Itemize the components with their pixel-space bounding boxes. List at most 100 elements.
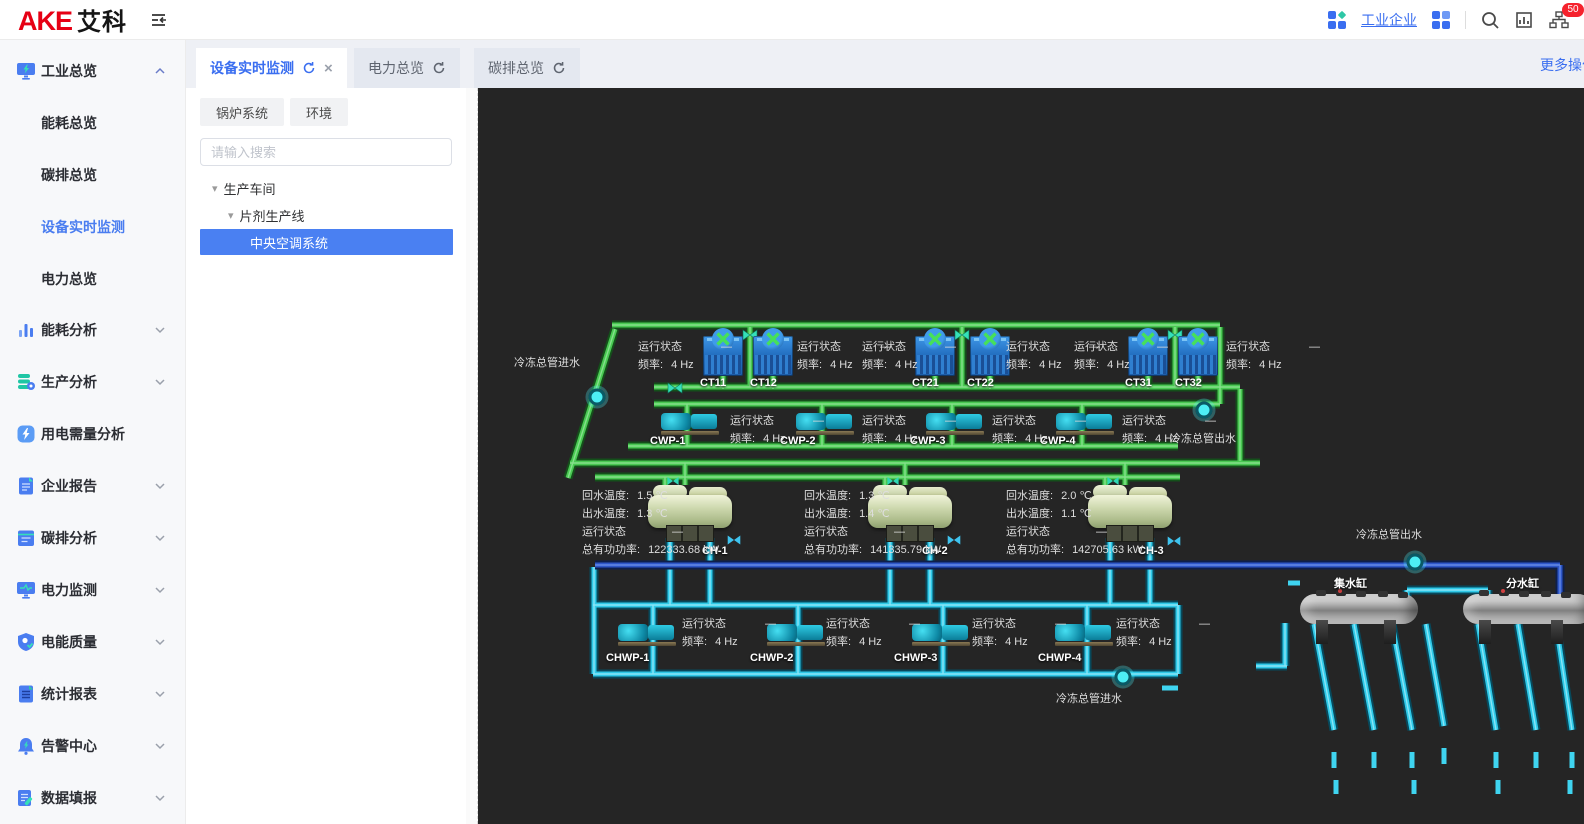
status-block-chwp2: 运行状态 — 频率: 4 Hz — [826, 618, 920, 648]
chevron-down-icon — [154, 740, 166, 752]
workspace-link[interactable]: 工业企业 — [1361, 10, 1417, 30]
sidebar-item-device-monitor[interactable]: 设备实时监测 — [0, 210, 186, 244]
alarm-count-badge: 50 — [1562, 2, 1584, 17]
equipment-caption: CHWP-4 — [1038, 652, 1082, 664]
equipment-caption: CT11 — [700, 377, 727, 389]
equipment-caption: CT22 — [967, 377, 994, 389]
sidebar-item-carbon-analysis[interactable]: 碳排分析 — [0, 521, 186, 555]
chevron-down-icon — [154, 792, 166, 804]
sidebar-item-power-demand-analysis[interactable]: 用电需量分析 — [0, 417, 186, 451]
tab-label: 碳排总览 — [488, 60, 544, 76]
tab-label: 电力总览 — [368, 60, 424, 76]
equipment-caption: CT32 — [1175, 377, 1202, 389]
tab-device-monitor[interactable]: 设备实时监测 × — [196, 48, 347, 88]
sidebar-item-carbon-overview[interactable]: 碳排总览 — [0, 158, 186, 192]
device-tree-panel: 锅炉系统 环境 ▾ 生产车间 ▾ 片剂生产线 中央空调系统 — [186, 88, 466, 824]
calendar-doc-icon — [16, 528, 36, 548]
sidebar-item-alarm-center[interactable]: 告警中心 — [0, 729, 186, 763]
sidebar-item-data-entry[interactable]: 数据填报 — [0, 781, 186, 815]
top-header: AKE 艾科 工业企业 50 — [0, 0, 1584, 40]
doc-pencil-icon — [16, 788, 36, 808]
panel-splitter[interactable] — [466, 88, 478, 824]
equipment-caption: CHWP-2 — [750, 652, 794, 664]
tab-carbon-overview[interactable]: 碳排总览 — [474, 48, 580, 88]
pipe-network — [478, 88, 1584, 794]
collector-tank — [1300, 589, 1418, 644]
refresh-icon[interactable] — [432, 61, 446, 75]
fan-icon — [979, 328, 1001, 350]
refresh-icon[interactable] — [552, 61, 566, 75]
sidebar-item-power-quality[interactable]: 电能质量 — [0, 625, 186, 659]
pipe-label-chilled-main-in: 冷冻总管进水 — [1056, 693, 1122, 705]
caret-down-icon[interactable]: ▾ — [212, 182, 218, 195]
filter-boiler-system-button[interactable]: 锅炉系统 — [200, 98, 285, 126]
pump-cwp-1 — [661, 408, 719, 435]
info-block-ch1: 回水温度: 1.5 ℃ 出水温度: 1.3 ℃ 运行状态 — 总有功功率: 122333… — [582, 490, 719, 556]
equipment-caption: CT12 — [750, 377, 777, 389]
status-block-ct32: 运行状态 — 频率: 4 Hz — [1226, 341, 1320, 371]
sidebar-item-power-monitor[interactable]: 电力监测 — [0, 573, 186, 607]
sidebar-item-energy-analysis[interactable]: 能耗分析 — [0, 313, 186, 347]
sidebar-nav: 工业总览 能耗总览 碳排总览 设备实时监测 电力总览 能耗分析 生产分析 用电需… — [0, 40, 186, 824]
monitor-icon — [16, 580, 36, 600]
header-divider — [1465, 10, 1466, 29]
enterprise-chart-icon[interactable] — [1514, 10, 1534, 30]
report-lines-icon — [16, 684, 36, 704]
pump-chwp-3 — [912, 619, 970, 646]
pipe-label-chilled-main-out: 冷冻总管出水 — [1356, 529, 1422, 541]
sidebar-item-industry-overview[interactable]: 工业总览 — [0, 54, 186, 88]
status-block-ct21: 运行状态 — 频率: 4 Hz — [862, 341, 956, 371]
chevron-down-icon — [154, 584, 166, 596]
bar-chart-icon — [16, 320, 36, 340]
chevron-down-icon — [154, 636, 166, 648]
logo-text-en: AKE — [18, 6, 73, 36]
status-block-ct11: 运行状态 — 频率: 4 Hz — [638, 341, 732, 371]
status-block-chwp1: 运行状态 — 频率: 4 Hz — [682, 618, 776, 648]
monitor-bolt-icon — [16, 61, 36, 81]
filter-environment-button[interactable]: 环境 — [290, 98, 349, 126]
sidebar-item-power-overview[interactable]: 电力总览 — [0, 262, 186, 296]
more-actions-link[interactable]: 更多操作 — [1540, 55, 1584, 75]
info-block-ch3: 回水温度: 2.0 ℃ 出水温度: 1.1 ℃ 运行状态 — 总有功功率: 142705… — [1006, 490, 1143, 556]
chevron-down-icon — [154, 324, 166, 336]
equipment-caption: CT31 — [1125, 377, 1152, 389]
close-icon[interactable]: × — [324, 61, 333, 76]
org-hierarchy-icon[interactable]: 50 — [1548, 2, 1584, 30]
pipe-label-cond-main-in: 冷冻总管进水 — [514, 357, 580, 369]
status-block-chwp4: 运行状态 — 频率: 4 Hz — [1116, 618, 1210, 648]
lightning-icon — [16, 424, 36, 444]
document-icon — [16, 476, 36, 496]
status-block-cwp2: 运行状态 — 频率: 4 Hz — [862, 415, 956, 445]
sidebar-item-enterprise-report[interactable]: 企业报告 — [0, 469, 186, 503]
search-icon[interactable] — [1480, 10, 1500, 30]
status-block-cwp3: 运行状态 — 频率: 4 Hz — [992, 415, 1086, 445]
info-block-ch2: 回水温度: 1.3 ℃ 出水温度: 1.4 ℃ 运行状态 — 总有功功率: 141335… — [804, 490, 941, 556]
logo-text-cn: 艾科 — [77, 9, 128, 36]
cooling-tower-ct22 — [970, 328, 1010, 376]
refresh-icon[interactable] — [302, 61, 316, 75]
tree-node-tablet-line[interactable]: ▾ 片剂生产线 — [228, 203, 305, 227]
tab-power-overview[interactable]: 电力总览 — [354, 48, 460, 88]
status-block-cwp1: 运行状态 — 频率: 4 Hz — [730, 415, 824, 445]
caret-down-icon[interactable]: ▾ — [228, 209, 234, 222]
tree-node-workshop[interactable]: ▾ 生产车间 — [212, 176, 276, 200]
equipment-caption: CWP-1 — [650, 435, 686, 447]
apps-grid-icon[interactable] — [1431, 10, 1451, 30]
sidebar-collapse-icon[interactable] — [147, 9, 169, 31]
workspace-grid-icon[interactable] — [1327, 10, 1347, 30]
distributor-tank — [1463, 589, 1584, 644]
status-block-chwp3: 运行状态 — 频率: 4 Hz — [972, 618, 1066, 648]
cooling-tower-ct32 — [1178, 328, 1218, 376]
chevron-down-icon — [154, 480, 166, 492]
equipment-caption: CHWP-1 — [606, 652, 650, 664]
sidebar-item-production-analysis[interactable]: 生产分析 — [0, 365, 186, 399]
tree-node-hvac-selected[interactable]: 中央空调系统 — [200, 229, 453, 255]
bell-icon — [16, 736, 36, 756]
hvac-3d-scene[interactable]: 冷冻总管进水 冷冻总管出水 冷冻总管出水 冷冻总管进水 CT11 CT12 CT… — [478, 88, 1584, 824]
pump-chwp-1 — [618, 619, 676, 646]
equipment-caption: CHWP-3 — [894, 652, 938, 664]
fan-icon — [762, 328, 784, 350]
sidebar-item-statistics-report[interactable]: 统计报表 — [0, 677, 186, 711]
sidebar-item-energy-overview[interactable]: 能耗总览 — [0, 106, 186, 140]
search-input[interactable] — [200, 138, 452, 166]
